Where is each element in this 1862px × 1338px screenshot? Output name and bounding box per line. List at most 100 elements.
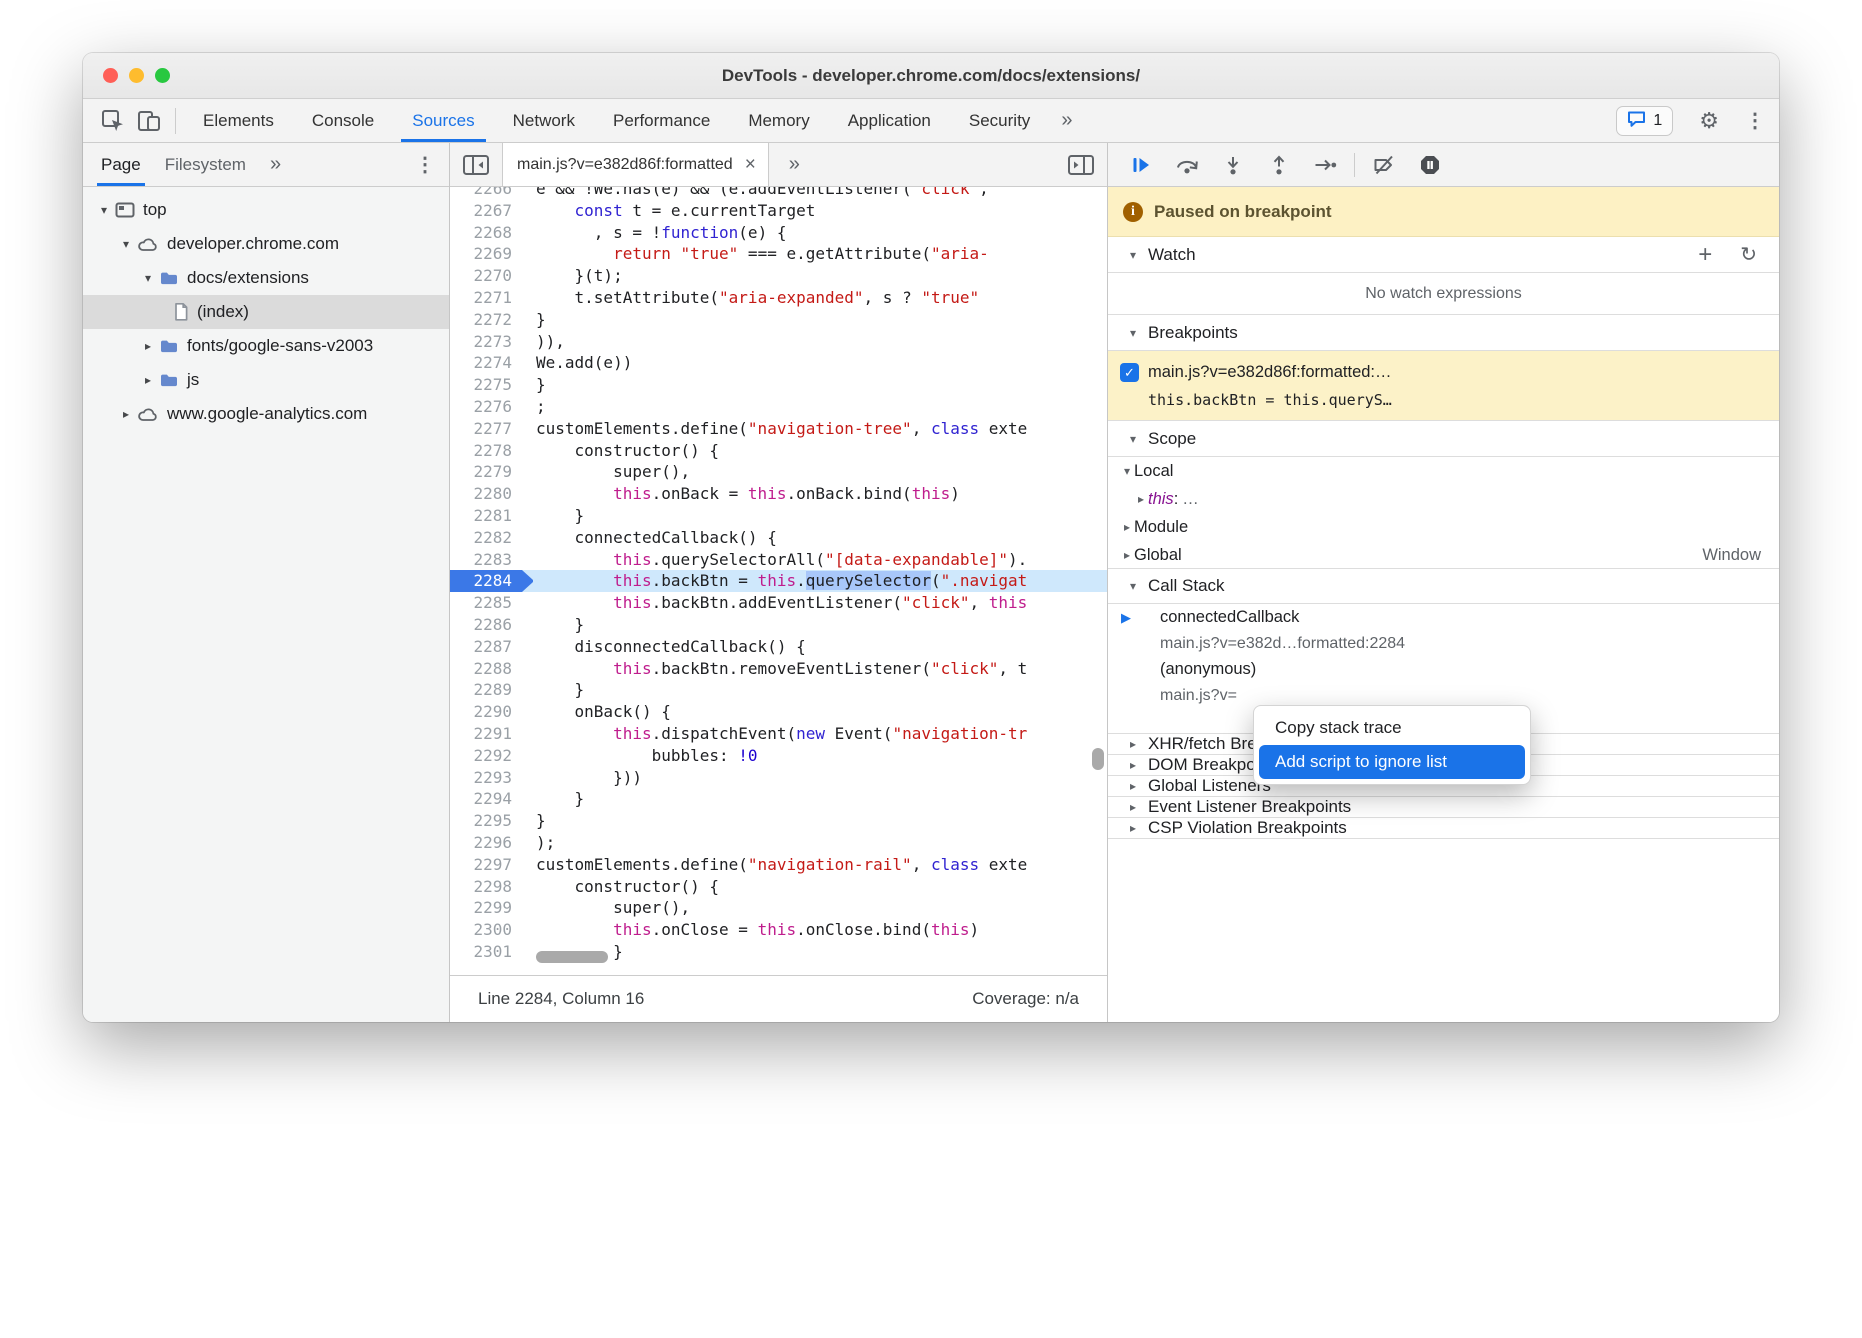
code-text[interactable]: connectedCallback() { <box>536 527 1107 549</box>
code-text[interactable]: }(t); <box>536 265 1107 287</box>
inspect-element-icon[interactable] <box>95 104 131 138</box>
code-text[interactable]: super(), <box>536 897 1107 919</box>
line-number[interactable]: 2284 <box>450 570 522 592</box>
line-number[interactable]: 2271 <box>450 287 522 309</box>
menu-item-add-script-to-ignore-list[interactable]: Add script to ignore list <box>1259 745 1525 779</box>
deactivate-breakpoints-icon[interactable] <box>1361 143 1407 186</box>
line-number[interactable]: 2297 <box>450 854 522 876</box>
line-number[interactable]: 2288 <box>450 658 522 680</box>
call-stack-frame-anonymous[interactable]: (anonymous) <box>1108 656 1779 683</box>
breakpoint-checkbox[interactable]: ✓ <box>1120 363 1139 382</box>
code-text[interactable]: } <box>536 614 1107 636</box>
code-text[interactable]: this.dispatchEvent(new Event("navigation… <box>536 723 1107 745</box>
chevron-down-icon[interactable]: ▾ <box>1120 464 1134 478</box>
chevron-right-icon[interactable]: ▸ <box>1120 520 1134 534</box>
resume-script-icon[interactable] <box>1118 143 1164 186</box>
tree-item-index[interactable]: (index) <box>83 295 449 329</box>
step-out-icon[interactable] <box>1256 143 1302 186</box>
tree-item-developer-chrome-com[interactable]: ▾developer.chrome.com <box>83 227 449 261</box>
code-text[interactable]: return "true" === e.getAttribute("aria- <box>536 243 1107 265</box>
sidebar-tab-filesystem[interactable]: Filesystem <box>153 143 258 186</box>
code-text[interactable]: constructor() { <box>536 876 1107 898</box>
step-into-icon[interactable] <box>1210 143 1256 186</box>
tab-security[interactable]: Security <box>950 99 1049 142</box>
add-watch-icon[interactable]: + <box>1698 243 1712 267</box>
breakpoint-entry[interactable]: ✓ main.js?v=e382d86f:formatted:… this.ba… <box>1108 351 1779 421</box>
watch-section-header[interactable]: ▾ Watch + ↻ <box>1108 237 1779 273</box>
close-window-button[interactable] <box>103 68 118 83</box>
minimize-window-button[interactable] <box>129 68 144 83</box>
pause-on-exceptions-icon[interactable] <box>1407 143 1453 186</box>
line-number[interactable]: 2270 <box>450 265 522 287</box>
refresh-watch-icon[interactable]: ↻ <box>1740 242 1757 267</box>
code-text[interactable]: } <box>536 679 1107 701</box>
scope-section-header[interactable]: ▾ Scope <box>1108 421 1779 457</box>
line-number[interactable]: 2286 <box>450 614 522 636</box>
code-text[interactable]: this.onBack = this.onBack.bind(this) <box>536 483 1107 505</box>
line-number[interactable]: 2268 <box>450 222 522 244</box>
code-text[interactable]: } <box>536 788 1107 810</box>
line-number[interactable]: 2273 <box>450 331 522 353</box>
toggle-debugger-sidebar-icon[interactable] <box>1063 148 1099 182</box>
scope-row-module[interactable]: ▸Module <box>1108 513 1779 541</box>
code-text[interactable]: , s = !function(e) { <box>536 222 1107 244</box>
tree-item-www-google-analytics-com[interactable]: ▸www.google-analytics.com <box>83 397 449 431</box>
code-text[interactable]: e && !We.has(e) && (e.addEventListener("… <box>536 187 1107 200</box>
code-text[interactable]: customElements.define("navigation-rail",… <box>536 854 1107 876</box>
line-number[interactable]: 2301 <box>450 941 522 963</box>
more-panels-icon[interactable]: » <box>1049 109 1084 132</box>
line-number[interactable]: 2282 <box>450 527 522 549</box>
code-text[interactable]: } <box>536 374 1107 396</box>
code-text[interactable]: this.backBtn = this.querySelector(".navi… <box>536 570 1107 592</box>
line-number[interactable]: 2278 <box>450 440 522 462</box>
line-number[interactable]: 2283 <box>450 549 522 571</box>
line-number[interactable]: 2292 <box>450 745 522 767</box>
line-number[interactable]: 2281 <box>450 505 522 527</box>
device-toolbar-icon[interactable] <box>131 104 167 138</box>
vertical-scrollbar[interactable] <box>1092 748 1104 770</box>
line-number[interactable]: 2293 <box>450 767 522 789</box>
code-text[interactable]: ; <box>536 396 1107 418</box>
code-text[interactable]: } <box>536 505 1107 527</box>
more-editor-tabs-icon[interactable]: » <box>777 153 812 176</box>
code-text[interactable]: )), <box>536 331 1107 353</box>
line-number[interactable]: 2275 <box>450 374 522 396</box>
code-text[interactable]: })) <box>536 767 1107 789</box>
section-event-listener-breakpoints[interactable]: ▸Event Listener Breakpoints <box>1108 797 1779 818</box>
expander-icon[interactable]: ▾ <box>95 203 113 217</box>
line-number[interactable]: 2291 <box>450 723 522 745</box>
code-text[interactable]: } <box>536 309 1107 331</box>
line-number[interactable]: 2289 <box>450 679 522 701</box>
code-text[interactable]: this.backBtn.addEventListener("click", t… <box>536 592 1107 614</box>
code-text[interactable]: this.querySelectorAll("[data-expandable]… <box>536 549 1107 571</box>
code-text[interactable]: disconnectedCallback() { <box>536 636 1107 658</box>
chevron-right-icon[interactable]: ▸ <box>1120 548 1134 562</box>
tab-application[interactable]: Application <box>829 99 950 142</box>
code-editor[interactable]: 2266e && !We.has(e) && (e.addEventListen… <box>450 187 1107 975</box>
breakpoints-section-header[interactable]: ▾ Breakpoints <box>1108 315 1779 351</box>
expander-icon[interactable]: ▾ <box>139 271 157 285</box>
expander-icon[interactable]: ▸ <box>139 339 157 353</box>
line-number[interactable]: 2280 <box>450 483 522 505</box>
code-text[interactable]: We.add(e)) <box>536 352 1107 374</box>
toggle-navigator-icon[interactable] <box>458 148 494 182</box>
line-number[interactable]: 2276 <box>450 396 522 418</box>
expander-icon[interactable]: ▸ <box>139 373 157 387</box>
tree-item-fonts-google-sans-v2003[interactable]: ▸fonts/google-sans-v2003 <box>83 329 449 363</box>
call-stack-section-header[interactable]: ▾ Call Stack <box>1108 568 1779 604</box>
tab-elements[interactable]: Elements <box>184 99 293 142</box>
section-csp-violation-breakpoints[interactable]: ▸CSP Violation Breakpoints <box>1108 818 1779 839</box>
more-navigator-tabs-icon[interactable]: » <box>258 153 293 176</box>
line-number[interactable]: 2295 <box>450 810 522 832</box>
main-menu-kebab-icon[interactable]: ⋮ <box>1745 108 1765 133</box>
line-number[interactable]: 2285 <box>450 592 522 614</box>
code-text[interactable]: const t = e.currentTarget <box>536 200 1107 222</box>
line-number[interactable]: 2279 <box>450 461 522 483</box>
tab-console[interactable]: Console <box>293 99 393 142</box>
navigator-menu-kebab-icon[interactable]: ⋮ <box>415 152 443 177</box>
call-stack-frame-connectedcallback[interactable]: ▶connectedCallback <box>1108 604 1779 631</box>
step-icon[interactable] <box>1302 143 1348 186</box>
file-tab[interactable]: main.js?v=e382d86f:formatted × <box>502 143 769 186</box>
line-number[interactable]: 2299 <box>450 897 522 919</box>
line-number[interactable]: 2300 <box>450 919 522 941</box>
